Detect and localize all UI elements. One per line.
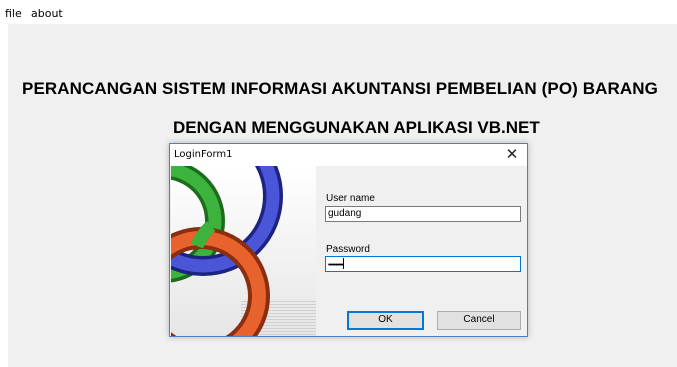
menu-bar: file about	[0, 0, 677, 24]
login-dialog: LoginForm1 ✕ User name gudang Password •…	[169, 143, 528, 337]
close-icon[interactable]: ✕	[497, 144, 527, 166]
dialog-titlebar[interactable]: LoginForm1 ✕	[170, 144, 527, 166]
page-subtitle: DENGAN MENGGUNAKAN APLIKASI VB.NET	[173, 118, 540, 137]
password-value: ••••••••••	[328, 262, 343, 269]
menu-about[interactable]: about	[31, 7, 63, 20]
cancel-button[interactable]: Cancel	[437, 311, 521, 330]
page-title: PERANCANGAN SISTEM INFORMASI AKUNTANSI P…	[22, 79, 658, 98]
dialog-title: LoginForm1	[174, 149, 233, 160]
password-label: Password	[326, 244, 370, 255]
menu-file[interactable]: file	[5, 7, 22, 20]
username-value: gudang	[328, 208, 362, 219]
password-field[interactable]: ••••••••••	[325, 256, 521, 272]
text-caret	[342, 258, 344, 269]
username-field[interactable]: gudang	[325, 206, 521, 222]
ok-button[interactable]: OK	[347, 311, 424, 330]
rings-logo	[171, 166, 316, 336]
username-label: User name	[326, 193, 375, 204]
